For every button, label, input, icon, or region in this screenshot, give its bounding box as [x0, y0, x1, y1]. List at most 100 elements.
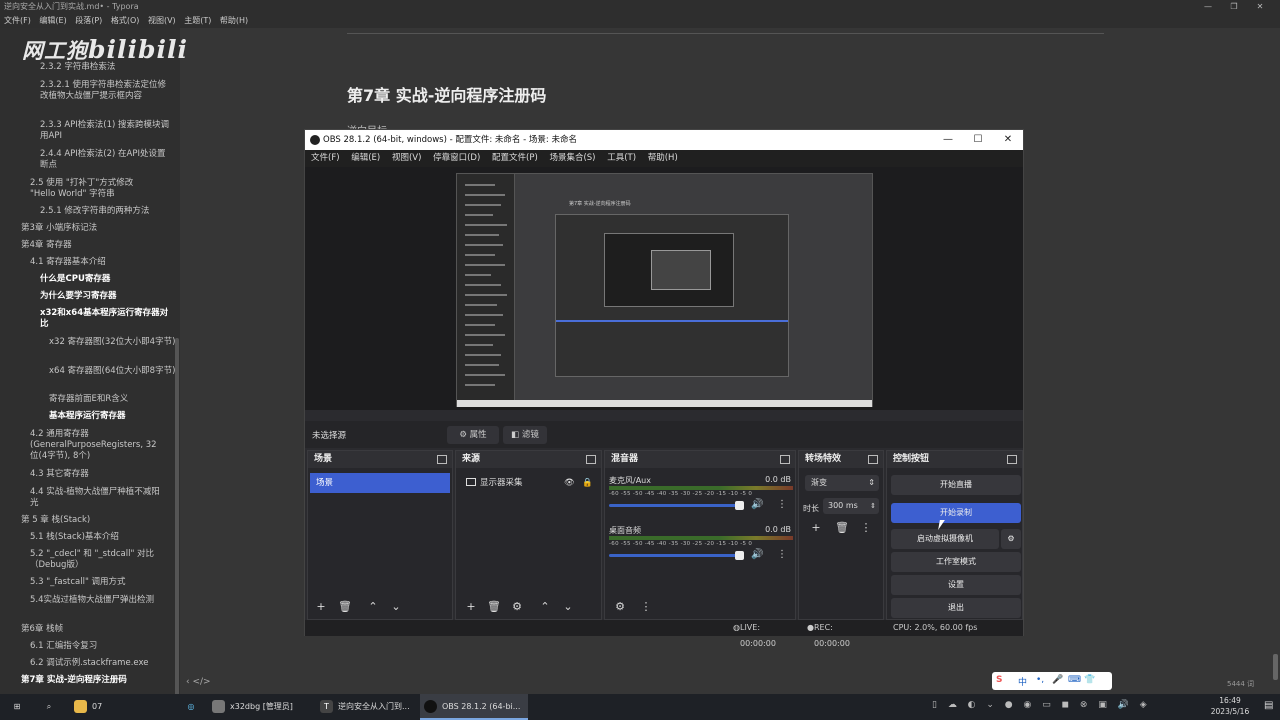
mic-icon[interactable]: 🎤: [1052, 675, 1063, 685]
trash-icon[interactable]: 🗑: [336, 599, 354, 615]
skin-icon[interactable]: 👕: [1084, 675, 1095, 685]
add-icon[interactable]: +: [312, 599, 330, 615]
sidebar-toggle[interactable]: ‹ </>: [186, 677, 211, 687]
volume-slider[interactable]: [609, 551, 744, 560]
settings-button[interactable]: 设置: [891, 575, 1021, 595]
down-icon[interactable]: ⌄: [387, 599, 405, 615]
outline-item[interactable]: 基本程序运行寄存器: [49, 411, 179, 422]
document-scrollbar[interactable]: [1273, 654, 1278, 680]
virtual-camera-button[interactable]: 启动虚拟摄像机: [891, 529, 999, 549]
outline-item[interactable]: 6.1 汇编指令复习: [30, 641, 160, 652]
menu-theme[interactable]: 主题(T): [184, 14, 211, 28]
up-icon[interactable]: ⌃: [536, 599, 554, 615]
outline-item[interactable]: x64 寄存器图(64位大小即8字节): [49, 366, 179, 377]
minimize-icon[interactable]: —: [933, 130, 963, 150]
more-icon[interactable]: ⋮: [857, 520, 875, 536]
outline-item[interactable]: 4.1 寄存器基本介绍: [30, 257, 160, 268]
taskbar-obs[interactable]: OBS 28.1.2 (64-bi...: [420, 694, 528, 720]
obs-menu-file[interactable]: 文件(F): [311, 150, 340, 167]
gear-icon[interactable]: ⚙: [611, 599, 629, 615]
outline-item[interactable]: 5.1 栈(Stack)基本介绍: [30, 532, 160, 543]
add-icon[interactable]: +: [807, 520, 825, 536]
duration-input[interactable]: 300 ms ⇕: [823, 498, 879, 514]
lock-icon[interactable]: 🔒: [582, 473, 593, 493]
windows-start-icon[interactable]: ⊞: [4, 694, 30, 720]
popout-icon[interactable]: [586, 455, 596, 464]
outline-item[interactable]: x32和x64基本程序运行寄存器对比: [40, 308, 170, 330]
add-icon[interactable]: +: [462, 599, 480, 615]
maximize-icon[interactable]: ☐: [963, 130, 993, 150]
speaker-icon[interactable]: 🔊: [751, 499, 763, 510]
obs-menu-tools[interactable]: 工具(T): [607, 150, 636, 167]
popout-icon[interactable]: [780, 455, 790, 464]
outline-item[interactable]: 什么是CPU寄存器: [40, 274, 170, 285]
scene-item[interactable]: 场景: [310, 473, 450, 493]
ime-mode[interactable]: 中: [1018, 675, 1027, 688]
outline-item[interactable]: 2.4.4 API检索法(2) 在API处设置断点: [40, 149, 170, 171]
outline-item[interactable]: 2.5 使用 "打补丁"方式修改 "Hello World" 字符串: [30, 178, 160, 200]
outline-item[interactable]: 第6章 栈帧: [21, 624, 151, 635]
outline-item[interactable]: 第4章 寄存器: [21, 240, 151, 251]
outline-item[interactable]: x32 寄存器图(32位大小即4字节): [49, 337, 179, 348]
gear-icon[interactable]: ⚙: [1001, 529, 1021, 549]
studio-mode-button[interactable]: 工作室模式: [891, 552, 1021, 572]
properties-button[interactable]: ⚙ 属性: [447, 426, 499, 444]
outline-item[interactable]: 第3章 小端序标记法: [21, 223, 151, 234]
outline-item[interactable]: 2.3.2.1 使用字符串检索法定位修改植物大战僵尸提示框内容: [40, 80, 170, 102]
obs-menu-profile[interactable]: 配置文件(P): [492, 150, 538, 167]
trash-icon[interactable]: 🗑: [833, 520, 851, 536]
menu-file[interactable]: 文件(F): [4, 14, 31, 28]
preview-canvas[interactable]: 第7章 实战-逆向程序注册码: [305, 167, 1023, 410]
menu-format[interactable]: 格式(O): [111, 14, 140, 28]
popout-icon[interactable]: [1007, 455, 1017, 464]
menu-help[interactable]: 帮助(H): [220, 14, 248, 28]
outline-item[interactable]: 2.3.3 API检索法(1) 搜索跨模块调用API: [40, 120, 170, 142]
spin-icon[interactable]: ⇕: [870, 498, 876, 514]
transition-select[interactable]: 渐变 ⇕: [805, 475, 879, 491]
punct-icon[interactable]: •,: [1036, 675, 1044, 685]
menu-edit[interactable]: 编辑(E): [39, 14, 66, 28]
close-icon[interactable]: ✕: [1240, 0, 1280, 14]
up-icon[interactable]: ⌃: [364, 599, 382, 615]
volume-slider[interactable]: [609, 501, 744, 510]
outline-item[interactable]: 5.3 "_fastcall" 调用方式: [30, 577, 160, 588]
browser-icon[interactable]: ◎: [178, 694, 204, 720]
keyboard-icon[interactable]: ⌨: [1068, 675, 1081, 685]
outline-item[interactable]: 4.3 其它寄存器: [30, 469, 160, 480]
word-count[interactable]: 5444 词: [1227, 679, 1254, 689]
outline-item-current[interactable]: 第7章 实战-逆向程序注册码: [21, 675, 151, 686]
notification-icon[interactable]: ▤: [1264, 700, 1273, 711]
outline-item[interactable]: 5.2 "_cdecl" 和 "_stdcall" 对比（Debug版）: [30, 549, 160, 571]
start-streaming-button[interactable]: 开始直播: [891, 475, 1021, 495]
obs-menu-help[interactable]: 帮助(H): [648, 150, 678, 167]
speaker-icon[interactable]: 🔊: [751, 549, 763, 560]
obs-menu-view[interactable]: 视图(V): [392, 150, 421, 167]
obs-menu-docks[interactable]: 停靠窗口(D): [433, 150, 480, 167]
outline-item[interactable]: 6.2 调试示例.stackframe.exe: [30, 658, 160, 669]
popout-icon[interactable]: [437, 455, 447, 464]
eye-icon[interactable]: 👁: [564, 473, 575, 493]
close-icon[interactable]: ✕: [993, 130, 1023, 150]
outline-item[interactable]: 2.5.1 修改字符串的两种方法: [40, 206, 170, 217]
more-icon[interactable]: ⋮: [777, 499, 787, 510]
more-icon[interactable]: ⋮: [637, 599, 655, 615]
outline-item[interactable]: 第 5 章 栈(Stack): [21, 515, 151, 526]
menu-view[interactable]: 视图(V): [148, 14, 176, 28]
taskbar-x32dbg[interactable]: x32dbg [管理员]: [208, 694, 312, 720]
start-recording-button[interactable]: 开始录制: [891, 503, 1021, 523]
outline-item[interactable]: 4.2 通用寄存器(GeneralPurposeRegisters, 32位(4…: [30, 429, 160, 462]
taskbar-typora[interactable]: T 逆向安全从入门到...: [316, 694, 416, 720]
taskbar-folder[interactable]: 07: [70, 694, 170, 720]
tray-icons[interactable]: ▯ ☁ ◐ ⌄ ● ◉ ▭ ◼ ⊗ ▣ 🔊 ◈: [932, 700, 1151, 710]
trash-icon[interactable]: 🗑: [485, 599, 503, 615]
ime-toolbar[interactable]: S 中 •, 🎤 ⌨ 👕: [992, 672, 1112, 690]
obs-menu-scene-collection[interactable]: 场景集合(S): [549, 150, 595, 167]
popout-icon[interactable]: [868, 455, 878, 464]
outline-item[interactable]: 为什么要学习寄存器: [40, 291, 170, 302]
sidebar-scrollbar[interactable]: [175, 338, 179, 708]
menu-paragraph[interactable]: 段落(P): [75, 14, 102, 28]
more-icon[interactable]: ⋮: [777, 549, 787, 560]
outline-item[interactable]: 4.4 实战-植物大战僵尸种植不减阳光: [30, 487, 160, 509]
outline-item[interactable]: 寄存器前面E和R含义: [49, 394, 179, 405]
down-icon[interactable]: ⌄: [559, 599, 577, 615]
